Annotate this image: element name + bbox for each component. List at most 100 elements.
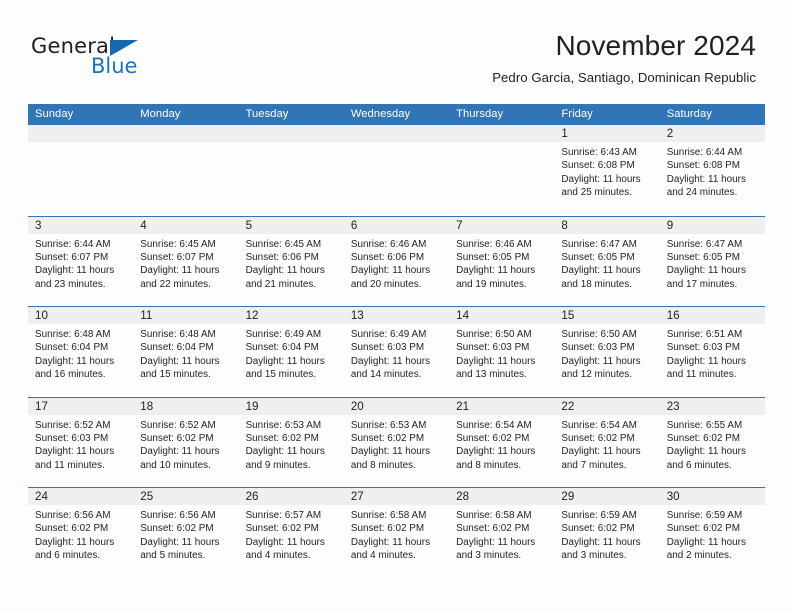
daylight-text: Daylight: 11 hours and 16 minutes. (35, 355, 115, 381)
sunrise-text: Sunrise: 6:46 AM (456, 238, 532, 250)
sunrise-text: Sunrise: 6:53 AM (245, 419, 322, 431)
sunset-text: Sunset: 6:02 PM (245, 523, 319, 535)
sunrise-text: Sunrise: 6:47 AM (561, 238, 637, 250)
day-number: 26 (238, 488, 344, 505)
sunset-text: Sunset: 6:02 PM (666, 432, 740, 444)
day-number: 28 (449, 488, 555, 505)
day-number: 30 (659, 488, 765, 505)
daylight-text: Daylight: 11 hours and 3 minutes. (561, 536, 641, 562)
calendar-day-cell: 13 Sunrise: 6:49 AM Sunset: 6:03 PM Dayl… (343, 307, 450, 397)
sunset-text: Sunset: 6:03 PM (456, 342, 530, 354)
calendar-week-row: 17 Sunrise: 6:52 AM Sunset: 6:03 PM Dayl… (28, 396, 765, 487)
calendar-day-cell: 3 Sunrise: 6:44 AM Sunset: 6:07 PM Dayli… (28, 216, 134, 306)
daylight-text: Daylight: 11 hours and 6 minutes. (35, 536, 115, 562)
day-number: 21 (449, 397, 555, 415)
day-info: Sunrise: 6:54 AM Sunset: 6:02 PM Dayligh… (449, 415, 554, 473)
day-info: Sunrise: 6:45 AM Sunset: 6:06 PM Dayligh… (239, 234, 344, 292)
day-info: Sunrise: 6:53 AM Sunset: 6:02 PM Dayligh… (239, 415, 344, 473)
day-number: 6 (343, 216, 450, 234)
sunrise-text: Sunrise: 6:44 AM (35, 238, 111, 250)
day-number: 13 (343, 307, 450, 324)
calendar-day-cell: 7 Sunrise: 6:46 AM Sunset: 6:05 PM Dayli… (449, 216, 555, 306)
weekday-friday: Friday (561, 108, 593, 120)
daylight-text: Daylight: 11 hours and 15 minutes. (245, 355, 325, 381)
calendar-day-cell: 23 Sunrise: 6:55 AM Sunset: 6:02 PM Dayl… (659, 397, 765, 487)
day-info: Sunrise: 6:51 AM Sunset: 6:03 PM Dayligh… (660, 324, 765, 382)
sunrise-text: Sunrise: 6:54 AM (456, 419, 532, 431)
sunrise-text: Sunrise: 6:45 AM (245, 238, 322, 250)
calendar-day-cell: 9 Sunrise: 6:47 AM Sunset: 6:05 PM Dayli… (659, 216, 765, 306)
sunrise-text: Sunrise: 6:43 AM (561, 147, 637, 158)
daylight-text: Daylight: 11 hours and 20 minutes. (350, 265, 431, 290)
daylight-text: Daylight: 11 hours and 3 minutes. (456, 536, 536, 562)
daylight-text: Daylight: 11 hours and 13 minutes. (456, 355, 536, 381)
daylight-text: Daylight: 11 hours and 8 minutes. (350, 446, 431, 471)
daylight-text: Daylight: 11 hours and 4 minutes. (245, 536, 325, 562)
sunrise-text: Sunrise: 6:44 AM (666, 147, 743, 158)
calendar-day-cell (238, 125, 344, 216)
day-number: 20 (343, 397, 450, 415)
sunrise-text: Sunrise: 6:53 AM (350, 419, 427, 431)
sunrise-text: Sunrise: 6:57 AM (245, 510, 322, 521)
day-number (449, 125, 555, 142)
daylight-text: Daylight: 11 hours and 24 minutes. (666, 173, 746, 199)
calendar-day-cell: 28 Sunrise: 6:58 AM Sunset: 6:02 PM Dayl… (449, 488, 555, 578)
calendar-week-row: 10 Sunrise: 6:48 AM Sunset: 6:04 PM Dayl… (28, 306, 765, 397)
weekday-sunday: Sunday (35, 108, 74, 120)
daylight-text: Daylight: 11 hours and 22 minutes. (140, 265, 220, 290)
sunset-text: Sunset: 6:04 PM (140, 342, 214, 354)
sunrise-text: Sunrise: 6:58 AM (456, 510, 532, 521)
sunset-text: Sunset: 6:06 PM (350, 251, 425, 263)
day-info: Sunrise: 6:44 AM Sunset: 6:07 PM Dayligh… (28, 234, 133, 292)
sunrise-text: Sunrise: 6:56 AM (35, 510, 111, 521)
sunset-text: Sunset: 6:02 PM (666, 523, 740, 535)
sunset-text: Sunset: 6:04 PM (35, 342, 109, 354)
daylight-text: Daylight: 11 hours and 4 minutes. (350, 536, 431, 562)
sunrise-text: Sunrise: 6:45 AM (140, 238, 216, 250)
day-info: Sunrise: 6:47 AM Sunset: 6:05 PM Dayligh… (554, 234, 659, 292)
calendar-day-cell: 11 Sunrise: 6:48 AM Sunset: 6:04 PM Dayl… (133, 307, 239, 397)
sunset-text: Sunset: 6:08 PM (561, 160, 635, 172)
sunrise-text: Sunrise: 6:49 AM (350, 329, 427, 340)
daylight-text: Daylight: 11 hours and 15 minutes. (140, 355, 220, 381)
calendar-day-cell: 14 Sunrise: 6:50 AM Sunset: 6:03 PM Dayl… (449, 307, 555, 397)
sunrise-text: Sunrise: 6:52 AM (140, 419, 216, 431)
calendar-day-cell: 26 Sunrise: 6:57 AM Sunset: 6:02 PM Dayl… (238, 488, 344, 578)
sunset-text: Sunset: 6:07 PM (35, 251, 109, 263)
day-number: 14 (449, 307, 555, 324)
calendar-week-row: 3 Sunrise: 6:44 AM Sunset: 6:07 PM Dayli… (28, 215, 765, 306)
day-info: Sunrise: 6:56 AM Sunset: 6:02 PM Dayligh… (133, 505, 238, 563)
day-info: Sunrise: 6:52 AM Sunset: 6:03 PM Dayligh… (28, 415, 133, 473)
day-info (28, 142, 133, 146)
sunrise-text: Sunrise: 6:59 AM (666, 510, 743, 521)
day-number: 22 (554, 397, 660, 415)
day-info (239, 142, 344, 146)
day-info: Sunrise: 6:45 AM Sunset: 6:07 PM Dayligh… (133, 234, 238, 292)
daylight-text: Daylight: 11 hours and 12 minutes. (561, 355, 641, 381)
day-info: Sunrise: 6:50 AM Sunset: 6:03 PM Dayligh… (554, 324, 659, 382)
daylight-text: Daylight: 11 hours and 18 minutes. (561, 265, 641, 290)
calendar-day-cell: 18 Sunrise: 6:52 AM Sunset: 6:02 PM Dayl… (133, 397, 239, 487)
sunset-text: Sunset: 6:06 PM (245, 251, 319, 263)
sunrise-text: Sunrise: 6:56 AM (140, 510, 216, 521)
day-info: Sunrise: 6:53 AM Sunset: 6:02 PM Dayligh… (344, 415, 449, 473)
sunrise-text: Sunrise: 6:52 AM (35, 419, 111, 431)
calendar-week-row: 1 Sunrise: 6:43 AM Sunset: 6:08 PM Dayli… (28, 125, 765, 216)
daylight-text: Daylight: 11 hours and 19 minutes. (456, 265, 536, 290)
day-info: Sunrise: 6:48 AM Sunset: 6:04 PM Dayligh… (133, 324, 238, 382)
calendar-grid: Sunday Monday Tuesday Wednesday Thursday… (28, 104, 765, 578)
daylight-text: Daylight: 11 hours and 11 minutes. (666, 355, 746, 381)
sunset-text: Sunset: 6:02 PM (350, 432, 425, 444)
calendar-day-cell: 24 Sunrise: 6:56 AM Sunset: 6:02 PM Dayl… (28, 488, 134, 578)
sunrise-text: Sunrise: 6:58 AM (350, 510, 427, 521)
sunrise-text: Sunrise: 6:47 AM (666, 238, 743, 250)
day-info: Sunrise: 6:52 AM Sunset: 6:02 PM Dayligh… (133, 415, 238, 473)
weekday-thursday: Thursday (456, 108, 504, 120)
logo-text-blue: Blue (91, 54, 138, 78)
daylight-text: Daylight: 11 hours and 11 minutes. (35, 446, 115, 471)
daylight-text: Daylight: 11 hours and 2 minutes. (666, 536, 746, 562)
day-info: Sunrise: 6:57 AM Sunset: 6:02 PM Dayligh… (239, 505, 344, 563)
calendar-day-cell: 20 Sunrise: 6:53 AM Sunset: 6:02 PM Dayl… (343, 397, 450, 487)
day-info: Sunrise: 6:55 AM Sunset: 6:02 PM Dayligh… (660, 415, 765, 473)
sunrise-text: Sunrise: 6:55 AM (666, 419, 743, 431)
